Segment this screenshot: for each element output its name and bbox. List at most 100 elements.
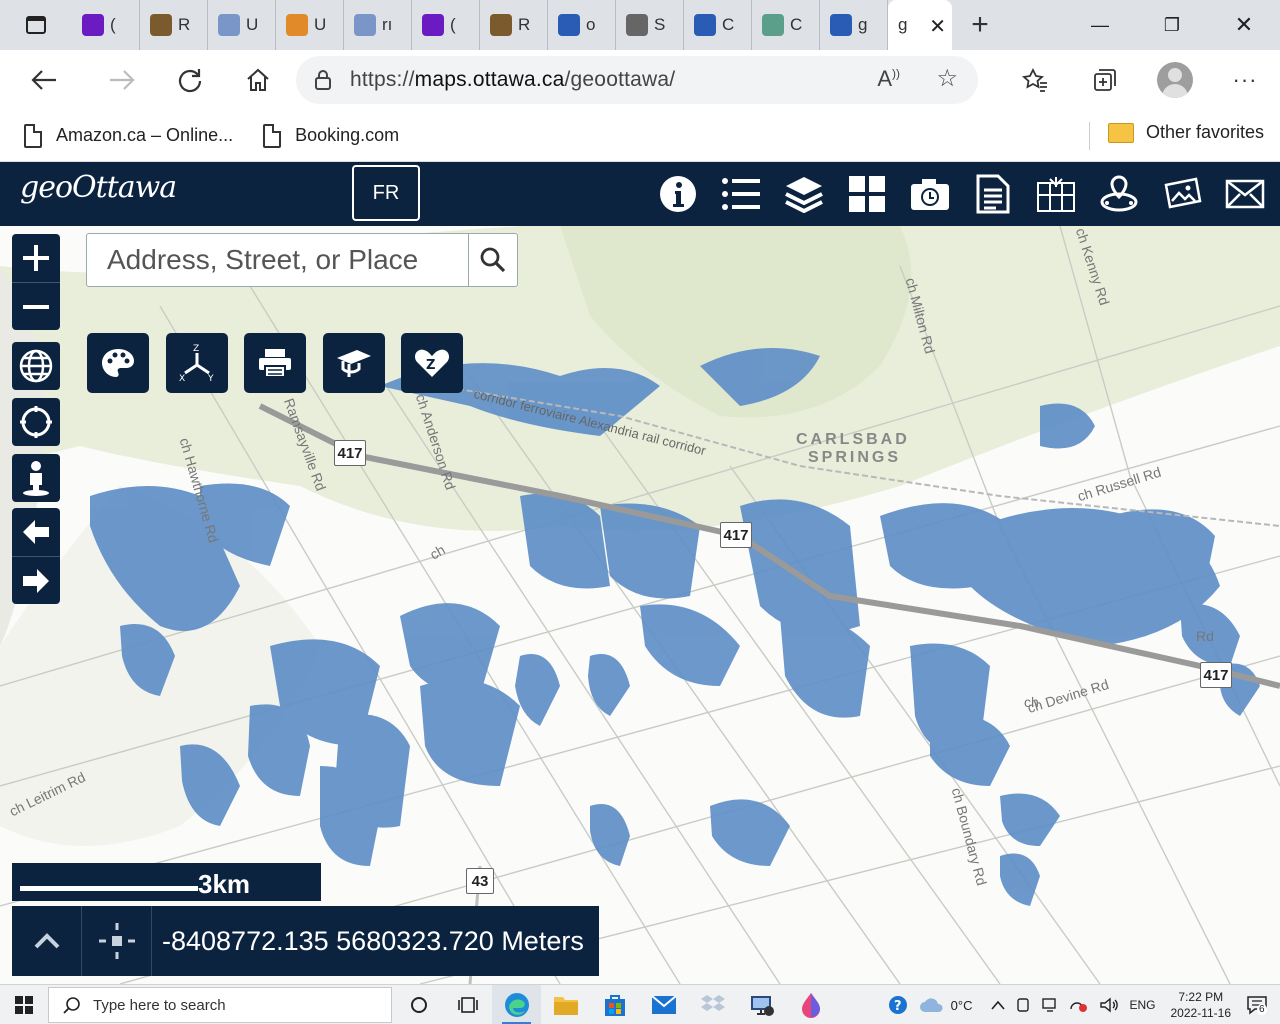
network-icon[interactable] xyxy=(1036,997,1064,1013)
other-favorites-button[interactable]: Other favorites xyxy=(1107,122,1264,143)
parcel-grid-icon xyxy=(1036,177,1075,212)
locate-place-button[interactable] xyxy=(1087,162,1150,226)
favorites-bar: Amazon.ca – Online... Booking.com Other … xyxy=(0,110,1280,162)
volume-icon[interactable] xyxy=(1094,997,1124,1013)
coordinate-tool-button[interactable]: Z X Y xyxy=(166,333,228,393)
paint-app-button[interactable] xyxy=(786,985,835,1024)
pick-point-button[interactable] xyxy=(82,906,152,976)
historical-imagery-button[interactable] xyxy=(898,162,961,226)
remote-app-button[interactable] xyxy=(737,985,786,1024)
weather-widget[interactable]: 0°C xyxy=(914,996,978,1014)
restore-button[interactable]: ❐ xyxy=(1136,0,1208,50)
map-canvas[interactable]: CARLSBAD SPRINGS corridor ferroviaire Ale… xyxy=(0,226,1280,984)
tab-active[interactable]: g ✕ xyxy=(888,0,952,50)
browser-tab[interactable]: U xyxy=(208,0,276,50)
refresh-button[interactable] xyxy=(156,50,224,110)
geoottawa-logo[interactable]: geoOttawa xyxy=(20,170,177,205)
browser-tab[interactable]: C xyxy=(752,0,820,50)
search-button[interactable] xyxy=(468,234,517,286)
parcel-tool-button[interactable] xyxy=(1024,162,1087,226)
tab-title: C xyxy=(722,15,735,34)
start-button[interactable] xyxy=(0,985,48,1024)
favorite-amazon[interactable]: Amazon.ca – Online... xyxy=(0,123,233,148)
url-text[interactable]: https://maps.ottawa.ca/geoottawa/ xyxy=(350,68,675,92)
task-view-button[interactable] xyxy=(443,985,492,1024)
new-tab-button[interactable]: + xyxy=(952,0,1008,50)
camera-clock-icon xyxy=(910,179,949,210)
minimize-button[interactable]: — xyxy=(1064,0,1136,50)
cortana-button[interactable] xyxy=(394,985,443,1024)
header-toolbar xyxy=(646,162,1276,226)
address-bar[interactable]: https://maps.ottawa.ca/geoottawa/ A)) ☆ xyxy=(296,56,978,104)
browser-tab[interactable]: R xyxy=(480,0,548,50)
zoom-in-button[interactable] xyxy=(12,234,60,282)
next-extent-button[interactable] xyxy=(12,556,60,604)
photo-gallery-button[interactable] xyxy=(1150,162,1213,226)
favorites-map-button[interactable]: Z xyxy=(401,333,463,393)
street-view-button[interactable] xyxy=(12,454,60,502)
task-view-icon xyxy=(457,997,478,1013)
home-button[interactable] xyxy=(224,50,292,110)
browser-tab[interactable]: ( xyxy=(72,0,140,50)
tray-app-icon[interactable] xyxy=(1010,997,1036,1013)
collapse-coordinates-button[interactable] xyxy=(12,906,82,976)
mail-app-button[interactable] xyxy=(639,985,688,1024)
store-button[interactable] xyxy=(590,985,639,1024)
refresh-icon xyxy=(178,69,202,93)
svg-text:Y: Y xyxy=(207,374,214,383)
locate-me-button[interactable] xyxy=(12,398,60,446)
tab-title: ( xyxy=(110,15,116,34)
browser-tab[interactable]: C xyxy=(684,0,752,50)
settings-more-icon[interactable]: ··· xyxy=(1210,67,1280,93)
show-hidden-icons[interactable] xyxy=(977,1000,1010,1010)
taskbar-search[interactable]: Type here to search xyxy=(48,987,392,1023)
input-language[interactable]: ENG xyxy=(1124,998,1160,1012)
collections-icon[interactable] xyxy=(1070,67,1140,93)
layers-button[interactable] xyxy=(772,162,835,226)
forward-button[interactable] xyxy=(88,50,156,110)
report-button[interactable] xyxy=(961,162,1024,226)
zoom-out-button[interactable] xyxy=(12,282,60,330)
basemap-gallery-button[interactable] xyxy=(835,162,898,226)
browser-tab[interactable]: o xyxy=(548,0,616,50)
tab-title: g xyxy=(858,15,868,34)
tutorial-button[interactable] xyxy=(323,333,385,393)
back-button[interactable] xyxy=(0,50,88,110)
read-aloud-icon[interactable]: A)) xyxy=(877,66,900,92)
draw-tool-button[interactable] xyxy=(87,333,149,393)
search-input[interactable] xyxy=(87,234,468,286)
browser-tab[interactable]: ( xyxy=(412,0,480,50)
browser-tab[interactable]: rı xyxy=(344,0,412,50)
edge-app-button[interactable] xyxy=(492,985,541,1024)
favorite-booking[interactable]: Booking.com xyxy=(233,123,399,148)
print-button[interactable] xyxy=(244,333,306,393)
notification-count: 6 xyxy=(1257,1004,1267,1015)
dropbox-button[interactable] xyxy=(688,985,737,1024)
file-explorer-button[interactable] xyxy=(541,985,590,1024)
lock-icon[interactable] xyxy=(296,69,350,91)
contact-button[interactable] xyxy=(1213,162,1276,226)
forward-arrow-icon xyxy=(110,70,135,90)
previous-extent-button[interactable] xyxy=(12,508,60,556)
browser-tab[interactable]: S xyxy=(616,0,684,50)
add-favorite-icon[interactable]: ☆ xyxy=(936,64,958,93)
notification-center-button[interactable]: 6 xyxy=(1241,994,1280,1016)
help-tray-icon[interactable]: ? xyxy=(882,994,914,1016)
grid-icon xyxy=(848,176,885,212)
browser-tab[interactable]: U xyxy=(276,0,344,50)
legend-button[interactable] xyxy=(709,162,772,226)
tab-actions-button[interactable] xyxy=(0,0,72,50)
close-tab-icon[interactable]: ✕ xyxy=(929,14,946,39)
close-window-button[interactable]: ✕ xyxy=(1208,0,1280,50)
browser-tab[interactable]: g xyxy=(820,0,888,50)
address-search xyxy=(86,233,518,287)
profile-avatar[interactable] xyxy=(1157,62,1193,98)
full-extent-button[interactable] xyxy=(12,342,60,390)
info-button[interactable] xyxy=(646,162,709,226)
favorites-icon[interactable] xyxy=(1000,68,1070,92)
arrow-left-icon xyxy=(23,520,49,544)
clock[interactable]: 7:22 PM 2022-11-16 xyxy=(1161,989,1242,1021)
french-language-button[interactable]: FR xyxy=(352,165,420,221)
browser-tab[interactable]: R xyxy=(140,0,208,50)
battery-icon[interactable] xyxy=(1064,997,1094,1013)
